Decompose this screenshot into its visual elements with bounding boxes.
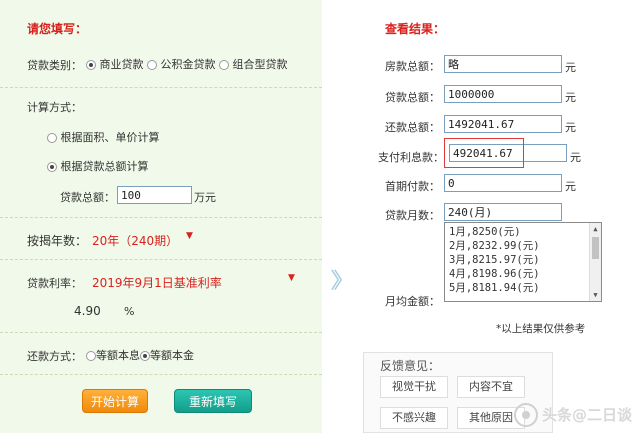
loan-type-radio-combined[interactable]: [219, 60, 229, 70]
chevron-down-icon[interactable]: ▼: [186, 231, 193, 241]
loan-type-option-fund[interactable]: 公积金贷款: [161, 58, 216, 71]
scroll-up-icon[interactable]: ▲: [590, 223, 601, 235]
rate-label: 贷款利率：: [27, 277, 82, 290]
down-payment-field[interactable]: [444, 174, 562, 192]
loan-months-label: 贷款月数：: [385, 209, 440, 222]
loan-type-label: 贷款类别：: [27, 59, 82, 72]
years-select[interactable]: 20年（240期）: [92, 232, 178, 249]
repay-group: 等额本息 等额本金: [86, 347, 194, 363]
loan-type-group: 商业贷款 公积金贷款 组合型贷款: [86, 56, 288, 72]
watermark-text: 头条@二日谈: [542, 406, 633, 424]
repay-option-equal-payment[interactable]: 等额本息: [96, 349, 140, 362]
watermark-logo-icon: [514, 402, 538, 427]
list-item: 1月,8250(元): [449, 226, 521, 238]
years-label: 按揭年数：: [27, 234, 88, 248]
repay-total-label: 还款总额：: [385, 121, 440, 134]
repay-radio-equal-principal[interactable]: [140, 351, 150, 361]
panel-divider: [322, 0, 362, 433]
rate-unit: %: [124, 305, 135, 318]
loan-total-unit: 万元: [194, 191, 216, 204]
scroll-thumb[interactable]: [592, 237, 599, 259]
loan-total-result-field[interactable]: [444, 85, 562, 103]
house-total-unit: 元: [565, 61, 576, 74]
loan-type-radio-commercial[interactable]: [86, 60, 96, 70]
scroll-down-icon[interactable]: ▼: [590, 289, 601, 301]
divider: [0, 259, 322, 260]
loan-type-option-commercial[interactable]: 商业贷款: [100, 58, 144, 71]
house-total-label: 房款总额：: [385, 60, 440, 73]
repay-radio-equal-payment[interactable]: [86, 351, 96, 361]
calc-method-option-total[interactable]: 根据贷款总额计算: [47, 158, 149, 174]
down-payment-label: 首期付款：: [385, 180, 440, 193]
divider: [0, 87, 322, 88]
loan-total-label: 贷款总额：: [60, 191, 115, 204]
repay-option-equal-principal[interactable]: 等额本金: [150, 349, 194, 362]
result-note: *以上结果仅供参考: [496, 323, 586, 335]
loan-total-result-label: 贷款总额：: [385, 91, 440, 104]
loan-type-option-combined[interactable]: 组合型贷款: [233, 58, 288, 71]
rate-select[interactable]: 2019年9月1日基准利率: [92, 274, 222, 291]
calc-method-option-area-label[interactable]: 根据面积、单价计算: [61, 131, 160, 144]
double-chevron-right-icon: 〉〉: [330, 269, 355, 294]
result-title: 查看结果：: [385, 22, 446, 36]
monthly-label: 月均金额：: [385, 295, 440, 308]
repay-total-field[interactable]: [444, 115, 562, 133]
house-total-field[interactable]: [444, 55, 562, 73]
input-panel: 请您填写： 贷款类别： 商业贷款 公积金贷款 组合型贷款 计算方式： 根据面积、…: [0, 0, 322, 433]
interest-label: 支付利息款：: [378, 151, 444, 164]
list-item: 5月,8181.94(元): [449, 282, 540, 294]
reset-button[interactable]: 重新填写: [174, 389, 252, 413]
feedback-option[interactable]: 不感兴趣: [380, 407, 448, 429]
interest-unit: 元: [570, 151, 581, 164]
down-payment-unit: 元: [565, 180, 576, 193]
loan-total-result-unit: 元: [565, 91, 576, 104]
list-item: 3月,8215.97(元): [449, 254, 540, 266]
list-item: 2月,8232.99(元): [449, 240, 540, 252]
list-scrollbar[interactable]: ▲ ▼: [589, 223, 601, 301]
feedback-title: 反馈意见：: [380, 359, 441, 373]
calc-method-option-area[interactable]: 根据面积、单价计算: [47, 129, 160, 145]
calc-method-radio-total[interactable]: [47, 162, 57, 172]
divider: [0, 374, 322, 375]
rate-value[interactable]: 4.90: [74, 304, 101, 318]
feedback-option[interactable]: 内容不宜: [457, 376, 525, 398]
divider: [0, 217, 322, 218]
feedback-option[interactable]: 视觉干扰: [380, 376, 448, 398]
input-title: 请您填写：: [27, 22, 88, 36]
interest-highlight: [444, 138, 524, 168]
chevron-down-icon[interactable]: ▼: [288, 273, 295, 283]
calc-method-radio-area[interactable]: [47, 133, 57, 143]
watermark: 头条@二日谈: [514, 396, 640, 433]
calc-method-label: 计算方式：: [27, 101, 82, 114]
loan-total-input[interactable]: [117, 186, 192, 204]
divider: [0, 332, 322, 333]
calculate-button[interactable]: 开始计算: [82, 389, 148, 413]
repay-label: 还款方式：: [27, 350, 82, 363]
loan-months-field[interactable]: [444, 203, 562, 221]
monthly-list[interactable]: 1月,8250(元) 2月,8232.99(元) 3月,8215.97(元) 4…: [444, 222, 602, 302]
calc-method-option-total-label[interactable]: 根据贷款总额计算: [61, 160, 149, 173]
loan-type-radio-fund[interactable]: [147, 60, 157, 70]
list-item: 4月,8198.96(元): [449, 268, 540, 280]
repay-total-unit: 元: [565, 121, 576, 134]
